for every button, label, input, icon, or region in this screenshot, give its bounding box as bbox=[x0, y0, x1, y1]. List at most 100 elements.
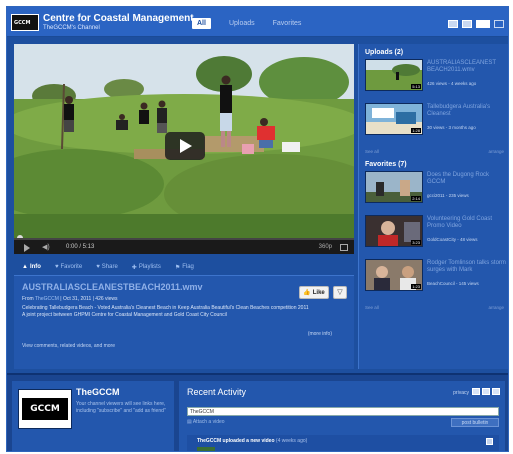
profile-name[interactable]: TheGCCM bbox=[76, 387, 120, 397]
date-views: | Oct 31, 2011 | 426 views bbox=[60, 296, 118, 302]
uploads-see-all[interactable]: See all bbox=[365, 149, 379, 156]
info-icon: ▲ bbox=[22, 264, 28, 270]
channel-bottom-section: GCCM TheGCCM Your channel viewers will s… bbox=[7, 373, 508, 451]
favorites-see-all[interactable]: See all bbox=[365, 305, 379, 312]
share-icon: ♥ bbox=[96, 264, 100, 270]
thumbs-up-icon: 👍 bbox=[303, 290, 311, 296]
favorites-arrange[interactable]: arrange bbox=[488, 305, 504, 312]
tab-flag-label: Flag bbox=[182, 264, 194, 270]
video-action-tabs: ▲ Info ♥ Favorite ♥ Share ✚ Playlists ⚑ Flag bbox=[14, 261, 354, 273]
video-title-link[interactable]: Rodger Tomlinson talks storm surges with… bbox=[427, 260, 507, 274]
tile-view-icon[interactable] bbox=[462, 20, 472, 28]
player-controls: ◀) 0:00 / 5:13 360p bbox=[14, 238, 354, 254]
quality-selector[interactable]: 360p bbox=[319, 244, 332, 250]
grid-view-icon[interactable] bbox=[448, 20, 458, 28]
more-info-link[interactable]: (more info) bbox=[308, 331, 332, 337]
video-thumbnail[interactable]: 1:23 bbox=[365, 259, 423, 291]
like-label: Like bbox=[312, 289, 325, 296]
video-duration: 1:23 bbox=[411, 284, 421, 289]
channel-page: GCCM Centre for Coastal Management TheGC… bbox=[6, 6, 509, 452]
channel-logo[interactable]: GCCM bbox=[11, 14, 39, 31]
tab-playlists[interactable]: ✚ Playlists bbox=[132, 264, 161, 271]
uploads-heading[interactable]: Uploads (2) bbox=[359, 44, 508, 59]
profile-description: Your channel viewers will see links here… bbox=[76, 401, 166, 414]
post-bulletin-button[interactable]: post bulletin bbox=[451, 418, 499, 427]
tab-favorite-label: Favorite bbox=[60, 264, 83, 270]
activity-item-time: (4 weeks ago) bbox=[275, 438, 308, 444]
volume-icon[interactable]: ◀) bbox=[42, 243, 50, 251]
video-meta: BeachCouncil - 145 views bbox=[427, 281, 479, 286]
edit-icon[interactable] bbox=[472, 388, 480, 395]
channel-header: GCCM Centre for Coastal Management TheGC… bbox=[7, 7, 508, 37]
description-line-2: A joint project between GHPMI Centre for… bbox=[22, 312, 227, 318]
video-title: AUSTRALIASCLEANESTBEACH2011.wmv bbox=[22, 282, 203, 292]
fullscreen-icon[interactable] bbox=[340, 244, 348, 251]
channel-title[interactable]: Centre for Coastal Management bbox=[43, 13, 194, 24]
channel-nav-tabs: All Uploads Favorites bbox=[192, 18, 301, 29]
play-overlay-button[interactable] bbox=[165, 132, 205, 160]
uploader-link[interactable]: TheGCCM bbox=[35, 296, 59, 302]
tab-share[interactable]: ♥ Share bbox=[96, 264, 118, 270]
activity-controls bbox=[472, 388, 500, 395]
video-byline: From TheGCCM | Oct 31, 2011 | 426 views bbox=[22, 296, 346, 302]
video-duration: 2:14 bbox=[411, 196, 421, 201]
sidebar-videos: Uploads (2) 5:13 AUSTRALIASCLEANEST BEAC… bbox=[358, 44, 508, 369]
player-view-icon[interactable] bbox=[476, 20, 490, 28]
tab-info-label: Info bbox=[29, 264, 41, 270]
tab-info[interactable]: ▲ Info bbox=[22, 264, 41, 270]
move-down-icon[interactable] bbox=[492, 388, 500, 395]
video-title-link[interactable]: Tallebudgera Australia's Cleanest bbox=[427, 104, 507, 118]
tab-all[interactable]: All bbox=[192, 18, 211, 29]
video-thumbnail[interactable]: 5:13 bbox=[365, 59, 423, 91]
video-meta: 426 views - 4 weeks ago bbox=[427, 81, 477, 86]
video-title-link[interactable]: Does the Dugong Rock GCCM bbox=[427, 172, 507, 186]
video-description: Celebrating Tallebudgera Beach - Voted A… bbox=[22, 305, 342, 319]
tab-playlists-label: Playlists bbox=[138, 264, 161, 270]
favorites-footer: See all arrange bbox=[359, 303, 508, 312]
video-thumbnail[interactable]: 3:23 bbox=[365, 215, 423, 247]
channel-title-block: Centre for Coastal Management TheGCCM's … bbox=[43, 13, 194, 31]
video-meta: 30 views - 3 months ago bbox=[427, 125, 476, 130]
video-frame[interactable] bbox=[14, 44, 354, 238]
video-meta: GoldCoastCity - 48 views bbox=[427, 237, 478, 242]
plus-icon: ✚ bbox=[131, 264, 137, 271]
activity-item: TheGCCM uploaded a new video (4 weeks ag… bbox=[187, 435, 499, 451]
tab-favorites[interactable]: Favorites bbox=[273, 20, 302, 27]
attach-video-label: Attach a video bbox=[192, 419, 225, 425]
uploads-arrange[interactable]: arrange bbox=[488, 149, 504, 156]
favorites-heading[interactable]: Favorites (7) bbox=[359, 156, 508, 171]
video-title-link[interactable]: AUSTRALIASCLEANEST BEACH2011.wmv bbox=[427, 60, 507, 74]
heart-icon: ♥ bbox=[54, 264, 59, 270]
dislike-button[interactable]: ▽ bbox=[333, 286, 347, 299]
view-comments-link[interactable]: View comments, related videos, and more bbox=[22, 343, 115, 349]
activity-item-message[interactable]: TheGCCM uploaded a new video bbox=[197, 438, 275, 444]
video-title-link[interactable]: Volunteering Gold Coast Promo Video bbox=[427, 216, 507, 230]
attach-video-link[interactable]: ▤ Attach a video bbox=[187, 419, 225, 425]
video-duration: 5:13 bbox=[411, 84, 421, 89]
tab-flag[interactable]: ⚑ Flag bbox=[175, 264, 194, 271]
list-item[interactable]: 1:23 Rodger Tomlinson talks storm surges… bbox=[359, 259, 508, 299]
video-player[interactable]: ◀) 0:00 / 5:13 360p bbox=[14, 44, 354, 254]
video-meta: gcci2011 - 235 views bbox=[427, 193, 469, 198]
avatar[interactable]: GCCM bbox=[18, 389, 72, 429]
activity-thumbnail[interactable] bbox=[197, 447, 215, 451]
tab-uploads[interactable]: Uploads bbox=[229, 20, 255, 27]
list-item[interactable]: 3:23 Volunteering Gold Coast Promo Video… bbox=[359, 215, 508, 255]
close-icon[interactable] bbox=[486, 438, 493, 445]
bulletin-input[interactable]: TheGCCM bbox=[187, 407, 499, 416]
list-item[interactable]: 5:13 AUSTRALIASCLEANEST BEACH2011.wmv 42… bbox=[359, 59, 508, 99]
video-thumbnail[interactable]: 2:14 bbox=[365, 171, 423, 203]
from-label: From bbox=[22, 296, 34, 302]
player-time: 0:00 / 5:13 bbox=[66, 244, 95, 250]
tab-favorite[interactable]: ♥ Favorite bbox=[55, 264, 82, 270]
play-icon[interactable] bbox=[24, 244, 30, 252]
privacy-link[interactable]: privacy bbox=[453, 390, 469, 396]
avatar-logo-text: GCCM bbox=[22, 398, 68, 420]
list-item[interactable]: 1:28 Tallebudgera Australia's Cleanest 3… bbox=[359, 103, 508, 143]
like-button[interactable]: 👍 Like bbox=[299, 286, 329, 299]
video-duration: 1:28 bbox=[411, 128, 421, 133]
list-view-icon[interactable] bbox=[494, 20, 504, 28]
move-up-icon[interactable] bbox=[482, 388, 490, 395]
list-item[interactable]: 2:14 Does the Dugong Rock GCCM gcci2011 … bbox=[359, 171, 508, 211]
video-thumbnail[interactable]: 1:28 bbox=[365, 103, 423, 135]
